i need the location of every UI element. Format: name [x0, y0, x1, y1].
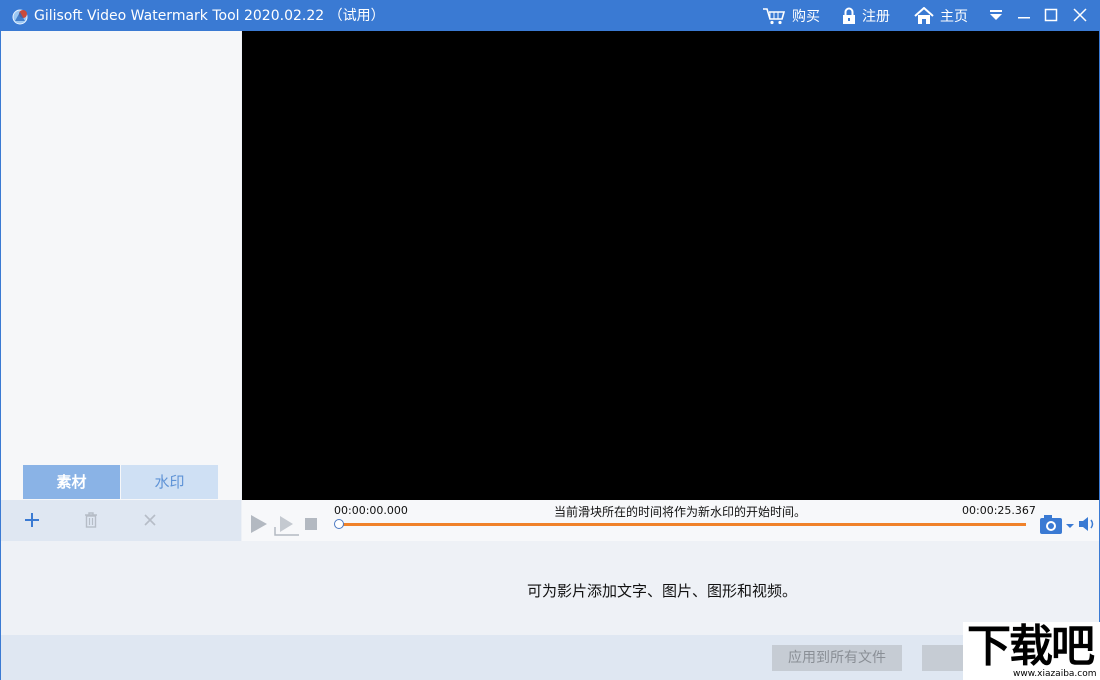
home-icon: [914, 7, 934, 24]
camera-icon[interactable]: [1039, 513, 1075, 535]
buy-button[interactable]: 购买: [762, 6, 820, 26]
register-label: 注册: [862, 9, 890, 25]
window-title: Gilisoft Video Watermark Tool 2020.02.22…: [34, 8, 385, 24]
play-selection-icon[interactable]: [274, 513, 300, 537]
title-bar: Gilisoft Video Watermark Tool 2020.02.22…: [0, 0, 1100, 31]
cart-icon: [763, 8, 786, 25]
tab-watermark[interactable]: 水印: [121, 465, 218, 499]
empty-state-message: 可为影片添加文字、图片、图形和视频。: [527, 582, 798, 600]
stop-icon[interactable]: [305, 518, 317, 530]
site-watermark-logo: 下载吧: [967, 621, 1095, 672]
total-time: 00:00:25.367: [962, 504, 1036, 517]
trash-icon[interactable]: [81, 510, 101, 530]
close-window-icon[interactable]: [1071, 6, 1089, 24]
video-preview[interactable]: [242, 31, 1099, 500]
current-time: 00:00:00.000: [334, 504, 408, 517]
app-logo-icon: [12, 9, 28, 25]
buy-label: 购买: [792, 9, 820, 25]
site-watermark-url: www.xiazaiba.com: [1013, 669, 1097, 679]
minimize-icon[interactable]: [1015, 6, 1033, 24]
tab-material[interactable]: 素材: [23, 465, 120, 499]
lock-icon: [843, 7, 855, 24]
register-button[interactable]: 注册: [842, 6, 890, 26]
apply-to-all-button[interactable]: 应用到所有文件: [772, 645, 902, 671]
playback-controls: 00:00:00.000 当前滑块所在的时间将作为新水印的开始时间。 00:00…: [242, 500, 1099, 541]
start-time-hint: 当前滑块所在的时间将作为新水印的开始时间。: [554, 505, 807, 519]
left-tabs: 素材 水印: [23, 465, 218, 499]
volume-icon[interactable]: [1078, 515, 1098, 533]
timeline-track[interactable]: [339, 523, 1026, 526]
menu-dropdown-icon[interactable]: [987, 6, 1005, 24]
play-icon[interactable]: [248, 513, 270, 535]
home-button[interactable]: 主页: [914, 6, 968, 26]
home-label: 主页: [940, 9, 968, 25]
close-icon[interactable]: [140, 510, 160, 530]
site-watermark: 下载吧 www.xiazaiba.com: [963, 622, 1100, 680]
maximize-icon[interactable]: [1042, 6, 1060, 24]
timeline-slider-handle[interactable]: [334, 519, 344, 529]
left-toolbar: [1, 500, 241, 541]
plus-icon[interactable]: [22, 510, 42, 530]
